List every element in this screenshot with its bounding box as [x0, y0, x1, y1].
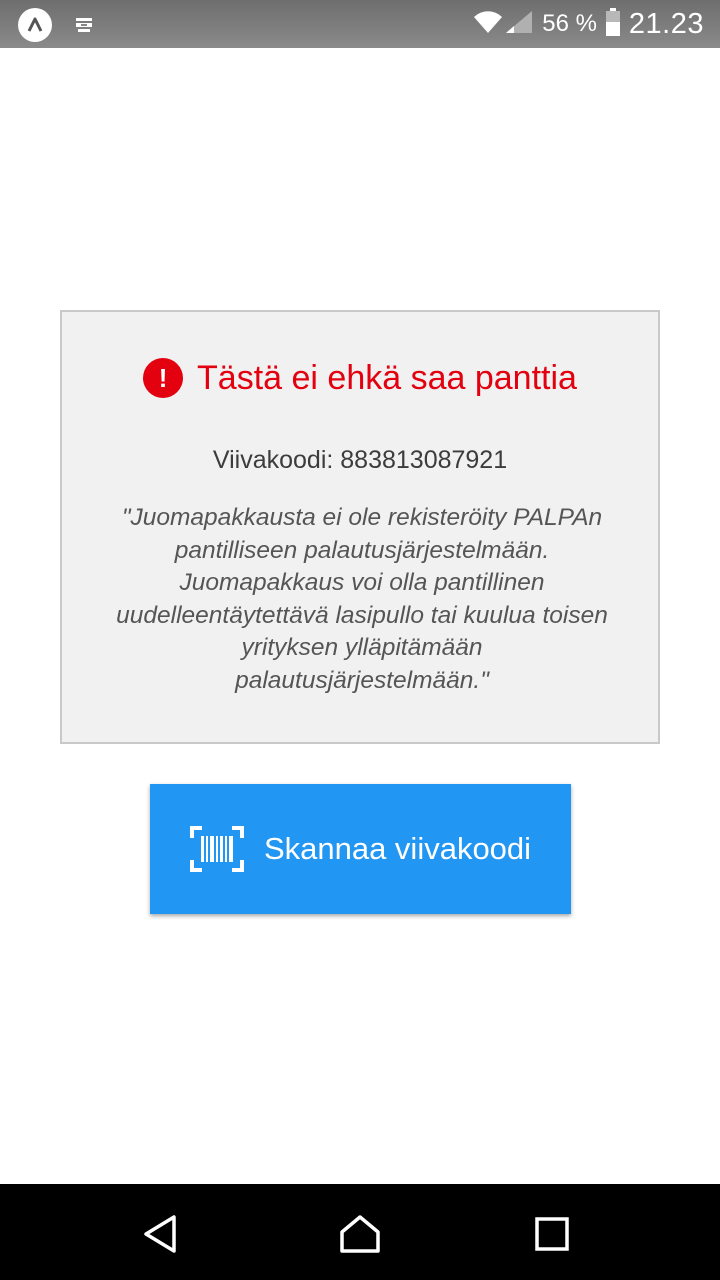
barcode-number: Viivakoodi: 883813087921 — [212, 446, 508, 474]
warning-message: "Juomapakkausta ei ole rekisteröity PALP… — [116, 504, 608, 694]
status-bar: 56 % 21.23 — [0, 0, 720, 48]
scan-barcode-button[interactable]: Skannaa viivakoodi — [150, 784, 571, 914]
recents-icon[interactable] — [526, 1208, 578, 1260]
warning-title-row: ! Tästä ei ehkä saa panttia — [62, 358, 658, 398]
battery-percentage: 56 % — [542, 10, 597, 37]
navigation-bar — [0, 1184, 720, 1280]
warning-title: Tästä ei ehkä saa panttia — [197, 358, 577, 397]
warning-card: ! Tästä ei ehkä saa panttia Viivakoodi: … — [60, 310, 660, 744]
back-icon[interactable] — [134, 1208, 186, 1260]
battery-icon — [605, 7, 621, 42]
wifi-icon — [472, 9, 504, 40]
home-icon[interactable] — [334, 1208, 386, 1260]
signal-icon — [504, 9, 534, 40]
exclamation-icon: ! — [143, 358, 184, 398]
notification-icon — [74, 15, 94, 35]
scan-button-label: Skannaa viivakoodi — [263, 831, 532, 866]
status-left-icons — [18, 8, 94, 42]
status-right-icons: 56 % 21.23 — [472, 0, 704, 48]
app-launcher-icon — [18, 8, 52, 42]
status-clock: 21.23 — [628, 7, 704, 40]
barcode-scan-icon — [189, 826, 244, 872]
